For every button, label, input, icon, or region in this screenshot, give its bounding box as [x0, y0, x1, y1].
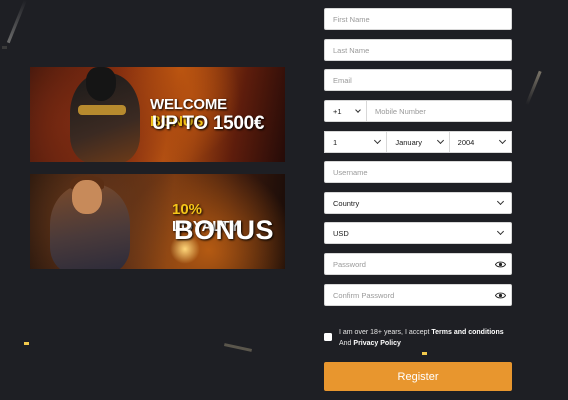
- mobile-number-input[interactable]: Mobile Number: [367, 107, 426, 116]
- decorative-streak: [525, 70, 542, 106]
- username-placeholder: Username: [333, 167, 368, 177]
- loyalty-banner-bonus: BONUS: [174, 215, 275, 245]
- dob-month-value: January: [395, 137, 423, 147]
- first-name-field[interactable]: First Name: [324, 8, 512, 30]
- dob-month-select[interactable]: January: [387, 131, 450, 153]
- dob-day-select[interactable]: 1: [324, 131, 388, 153]
- welcome-label: WELCOME: [150, 96, 227, 113]
- chevron-down-icon: [436, 136, 444, 145]
- phone-prefix-value: +1: [333, 106, 342, 116]
- eye-icon[interactable]: [495, 260, 506, 269]
- anubis-collar-illustration: [78, 105, 126, 115]
- username-field[interactable]: Username: [324, 161, 512, 183]
- confirm-password-placeholder: Confirm Password: [333, 290, 395, 300]
- terms-text: I am over 18+ years, I accept Terms and …: [339, 327, 514, 349]
- phone-prefix-select[interactable]: +1: [325, 101, 367, 121]
- eye-icon[interactable]: [495, 291, 506, 300]
- chevron-down-icon: [374, 136, 382, 145]
- dob-year-select[interactable]: 2004: [449, 131, 512, 153]
- decorative-spark: [2, 46, 7, 49]
- register-button[interactable]: Register: [324, 362, 512, 391]
- chevron-down-icon: [498, 136, 507, 145]
- password-field[interactable]: Password: [324, 253, 512, 275]
- mobile-field-group: +1 Mobile Number: [324, 100, 512, 122]
- decorative-spark: [422, 352, 427, 355]
- decorative-spark: [24, 342, 29, 345]
- decorative-streak: [223, 343, 253, 352]
- country-select[interactable]: Country: [324, 192, 512, 214]
- hero-head-illustration: [72, 180, 102, 214]
- country-value: Country: [333, 198, 360, 208]
- date-of-birth-row: 1 January 2004: [324, 131, 512, 153]
- chevron-down-icon: [496, 227, 505, 236]
- privacy-policy-link[interactable]: Privacy Policy: [353, 340, 400, 347]
- last-name-field[interactable]: Last Name: [324, 39, 512, 61]
- terms-checkbox[interactable]: [324, 333, 332, 341]
- currency-value: USD: [333, 228, 349, 238]
- email-field[interactable]: Email: [324, 69, 512, 91]
- confirm-password-field[interactable]: Confirm Password: [324, 284, 512, 306]
- dob-day-value: 1: [333, 137, 338, 147]
- currency-select[interactable]: USD: [324, 222, 512, 244]
- password-placeholder: Password: [333, 259, 366, 269]
- terms-consent: I am over 18+ years, I accept Terms and …: [324, 327, 514, 349]
- last-name-placeholder: Last Name: [333, 45, 370, 55]
- welcome-banner-amount: UP TO 1500€: [152, 113, 265, 134]
- terms-and-conditions-link[interactable]: Terms and conditions: [431, 329, 503, 336]
- terms-prefix: I am over 18+ years, I accept: [339, 329, 432, 336]
- first-name-placeholder: First Name: [333, 14, 370, 24]
- loyalty-bonus-banner[interactable]: 10% LOYALTY BONUS: [30, 174, 285, 269]
- welcome-bonus-banner[interactable]: WELCOME BONUS UP TO 1500€: [30, 67, 285, 162]
- chevron-down-icon: [355, 106, 361, 113]
- chevron-down-icon: [496, 197, 505, 206]
- terms-and: And: [339, 340, 354, 347]
- email-placeholder: Email: [333, 75, 352, 85]
- dob-year-value: 2004: [457, 137, 475, 147]
- anubis-head-illustration: [86, 67, 116, 101]
- decorative-streak: [6, 0, 27, 44]
